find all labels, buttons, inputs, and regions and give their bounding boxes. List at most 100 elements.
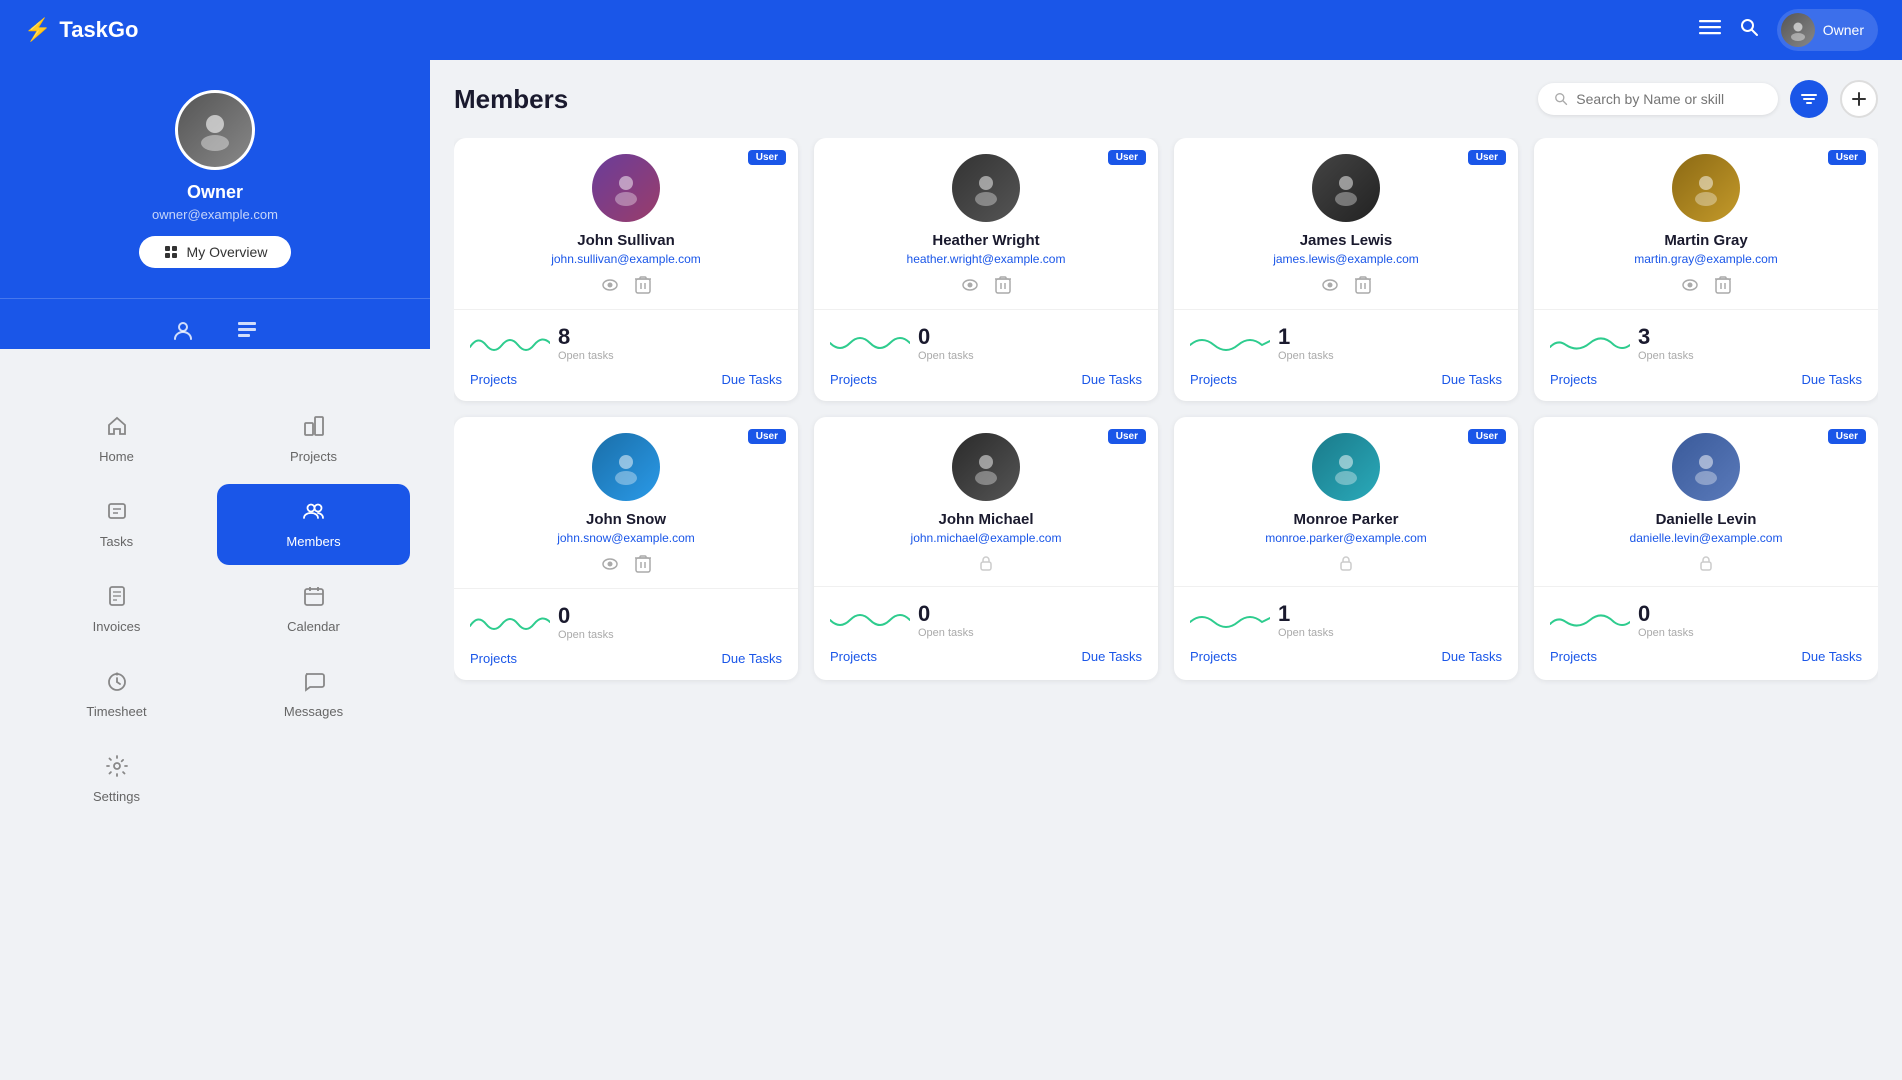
member-avatar [952,154,1020,222]
delete-icon[interactable] [1355,276,1371,299]
member-avatar [1312,154,1380,222]
sidebar-item-timesheet[interactable]: Timesheet [20,654,213,735]
view-icon[interactable] [601,557,619,576]
due-tasks-link[interactable]: Due Tasks [1442,649,1502,664]
card-top: User John Snow john.snow@example.com [454,417,798,589]
sidebar-item-messages[interactable]: Messages [217,654,410,735]
projects-link[interactable]: Projects [470,651,517,666]
member-card-monroe-parker: User Monroe Parker monroe.parker@example… [1174,417,1518,680]
app-logo[interactable]: ⚡ TaskGo [24,17,138,43]
member-name: Martin Gray [1664,232,1747,249]
nav-grid: Home Projects Tasks [0,379,430,840]
projects-link[interactable]: Projects [1190,649,1237,664]
due-tasks-link[interactable]: Due Tasks [1802,372,1862,387]
due-tasks-link[interactable]: Due Tasks [722,651,782,666]
view-icon[interactable] [961,278,979,297]
member-avatar [1312,433,1380,501]
due-tasks-link[interactable]: Due Tasks [1442,372,1502,387]
sidebar-item-settings[interactable]: Settings [20,739,213,820]
member-email: john.sullivan@example.com [551,252,701,266]
sidebar-item-tasks[interactable]: Tasks [20,484,213,565]
messages-label: Messages [284,704,343,719]
user-badge: User [1828,150,1866,165]
invoices-icon [106,585,128,613]
menu-icon[interactable] [1699,16,1721,44]
overview-button[interactable]: My Overview [139,236,292,268]
card-links: Projects Due Tasks [830,649,1142,664]
calendar-icon [303,585,325,613]
due-tasks-link[interactable]: Due Tasks [722,372,782,387]
sidebar-item-home[interactable]: Home [20,399,213,480]
page-title: Members [454,84,568,115]
member-email: james.lewis@example.com [1273,252,1419,266]
delete-icon[interactable] [1715,276,1731,299]
card-stats: 8 Open tasks [470,324,782,362]
timesheet-label: Timesheet [86,704,146,719]
search-input[interactable] [1576,91,1762,107]
task-wave-chart [1190,602,1270,638]
card-links: Projects Due Tasks [1190,372,1502,387]
member-avatar [1672,433,1740,501]
member-name: John Snow [586,511,666,528]
lock-icon [1698,555,1714,576]
filter-button[interactable] [1790,80,1828,118]
card-links: Projects Due Tasks [1550,372,1862,387]
user-badge: User [1108,429,1146,444]
card-bottom: 0 Open tasks Projects Due Tasks [454,589,798,680]
member-name: John Sullivan [577,232,675,249]
view-icon[interactable] [1321,278,1339,297]
due-tasks-link[interactable]: Due Tasks [1082,649,1142,664]
member-card-john-snow: User John Snow john.snow@example.com [454,417,798,680]
projects-link[interactable]: Projects [470,372,517,387]
projects-link[interactable]: Projects [1550,372,1597,387]
delete-icon[interactable] [635,555,651,578]
due-tasks-link[interactable]: Due Tasks [1802,649,1862,664]
projects-link[interactable]: Projects [1190,372,1237,387]
card-bottom: 1 Open tasks Projects Due Tasks [1174,587,1518,678]
card-bottom: 3 Open tasks Projects Due Tasks [1534,310,1878,401]
member-name: John Michael [938,511,1033,528]
member-avatar [592,154,660,222]
tasks-label: Tasks [100,534,133,549]
member-card-heather-wright: User Heather Wright heather.wright@examp… [814,138,1158,401]
delete-icon[interactable] [635,276,651,299]
tasks-tab-icon[interactable] [235,319,259,349]
card-stats: 0 Open tasks [1550,601,1862,639]
card-bottom: 0 Open tasks Projects Due Tasks [1534,587,1878,678]
card-stats: 1 Open tasks [1190,601,1502,639]
view-icon[interactable] [601,278,619,297]
sidebar-item-calendar[interactable]: Calendar [217,569,410,650]
owner-badge[interactable]: Owner [1777,9,1878,51]
open-tasks-label: Open tasks [918,350,974,362]
open-tasks-label: Open tasks [1278,350,1334,362]
sidebar-item-projects[interactable]: Projects [217,399,410,480]
due-tasks-link[interactable]: Due Tasks [1082,372,1142,387]
delete-icon[interactable] [995,276,1011,299]
user-badge: User [1468,429,1506,444]
profile-tab-icon[interactable] [171,319,195,349]
open-tasks-count: 1 [1278,324,1334,350]
task-wave-chart [1550,602,1630,638]
card-top: User Danielle Levin danielle.levin@examp… [1534,417,1878,587]
card-bottom: 1 Open tasks Projects Due Tasks [1174,310,1518,401]
invoices-label: Invoices [93,619,141,634]
card-stats: 0 Open tasks [470,603,782,641]
card-actions [1321,276,1371,299]
add-member-button[interactable] [1840,80,1878,118]
task-wave-chart [830,325,910,361]
projects-link[interactable]: Projects [1550,649,1597,664]
profile-name: Owner [187,182,243,203]
members-label: Members [286,534,340,549]
sidebar-item-invoices[interactable]: Invoices [20,569,213,650]
search-box[interactable] [1538,83,1778,115]
profile-email: owner@example.com [152,207,278,222]
messages-icon [303,670,325,698]
view-icon[interactable] [1681,278,1699,297]
projects-link[interactable]: Projects [830,649,877,664]
sidebar-item-members[interactable]: Members [217,484,410,565]
sidebar-nav-section: Home Projects Tasks [0,349,430,1080]
members-icon [303,500,325,528]
topnav-search-icon[interactable] [1739,17,1759,43]
projects-link[interactable]: Projects [830,372,877,387]
content-header: Members [454,80,1878,118]
